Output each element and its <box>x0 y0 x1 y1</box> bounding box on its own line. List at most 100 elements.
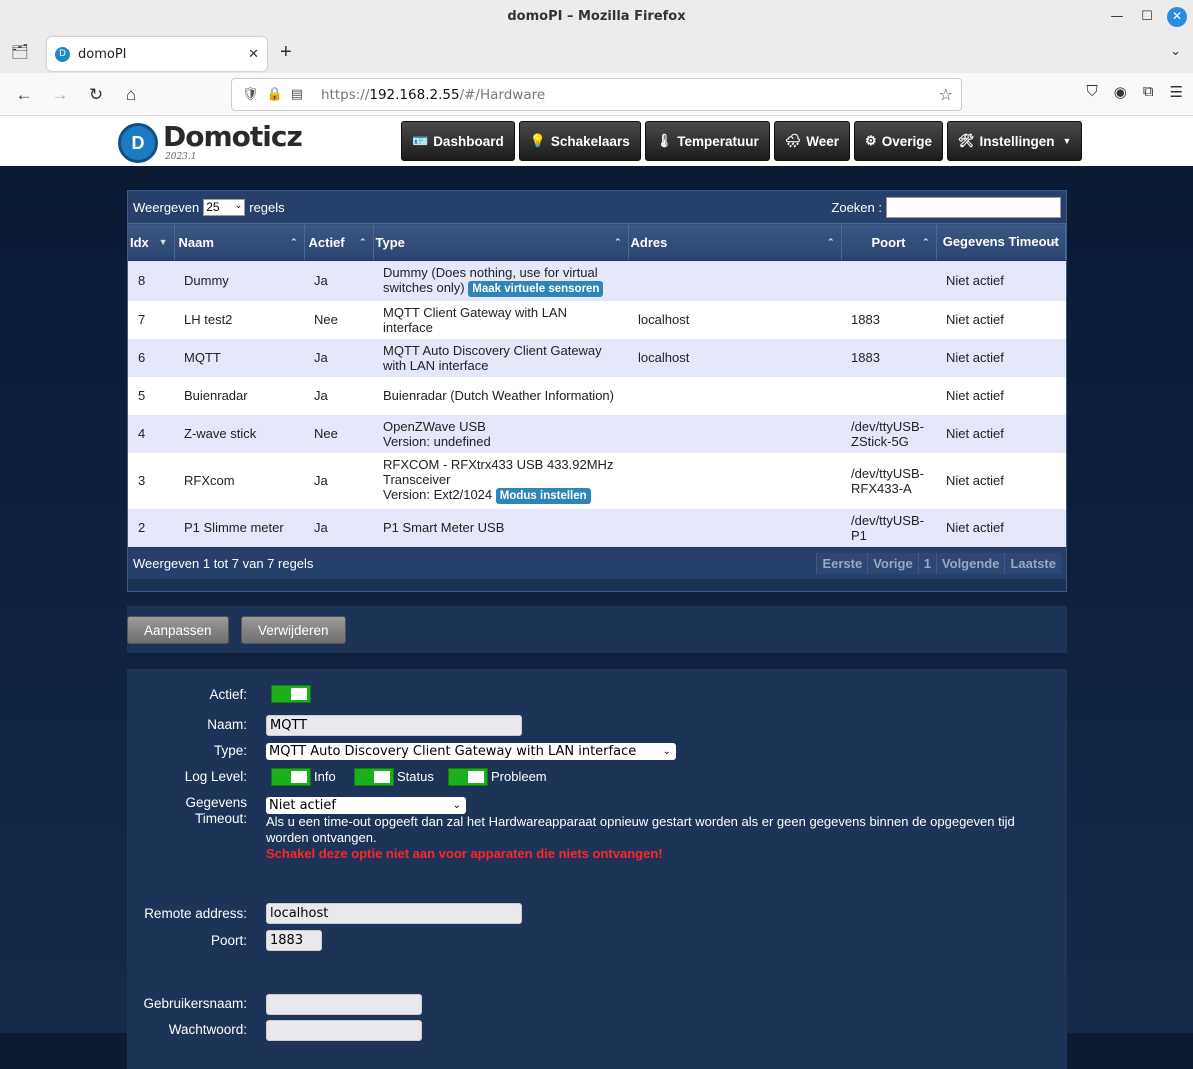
cell-poort <box>841 260 936 301</box>
domoticz-logo-icon: D <box>118 123 158 163</box>
pagination: Eerste Vorige 1 Volgende Laatste <box>816 552 1061 574</box>
edit-button[interactable]: Aanpassen <box>127 616 229 644</box>
col-timeout[interactable]: Gegevens Timeout ⌃ <box>936 223 1066 261</box>
nav-schakelaars[interactable]: 💡 Schakelaars <box>518 121 641 161</box>
cell-naam: MQTT <box>174 338 304 377</box>
nav-temperatuur[interactable]: 🌡 Temperatuur <box>644 121 770 161</box>
caret-down-icon: ▼ <box>1062 136 1072 146</box>
minimize-icon[interactable]: — <box>1107 7 1127 27</box>
cell-actief: Nee <box>304 300 373 339</box>
list-all-tabs-icon[interactable]: 🗂 <box>10 43 30 63</box>
cell-poort: /dev/ttyUSB-ZStick-5G <box>841 414 936 453</box>
forward-icon[interactable]: → <box>48 83 72 107</box>
close-tab-icon[interactable]: ✕ <box>248 47 259 62</box>
chevron-down-icon: ⌄ <box>662 746 671 757</box>
chevron-down-icon[interactable]: ⌄ <box>1170 43 1181 59</box>
port-input[interactable]: 1883 <box>266 930 322 951</box>
url-bar[interactable]: 🛡🔒▤ https://192.168.2.55/#/Hardware ☆ <box>231 78 962 111</box>
name-input[interactable]: MQTT <box>266 715 522 736</box>
reload-icon[interactable]: ↻ <box>84 83 108 107</box>
table-row[interactable]: 5 Buienradar Ja Buienradar (Dutch Weathe… <box>128 376 1066 415</box>
nav-weer[interactable]: 🌧 Weer <box>773 121 851 161</box>
table-row[interactable]: 2 P1 Slimme meter Ja P1 Smart Meter USB … <box>128 508 1066 547</box>
password-input[interactable] <box>266 1020 422 1041</box>
close-window-icon[interactable]: ✕ <box>1167 6 1187 27</box>
account-icon[interactable]: ◉ <box>1114 83 1127 101</box>
set-mode-button[interactable]: Modus instellen <box>495 488 591 504</box>
cell-actief: Ja <box>304 338 373 377</box>
cell-idx: 5 <box>128 376 174 415</box>
pager-prev-button[interactable]: Vorige <box>867 552 918 574</box>
remote-address-input[interactable]: localhost <box>266 903 522 924</box>
cell-naam: Buienradar <box>174 376 304 415</box>
cell-type: MQTT Client Gateway with LAN interface <box>373 300 628 339</box>
cell-idx: 2 <box>128 508 174 547</box>
timeout-select[interactable]: Niet actief ⌄ <box>266 797 466 814</box>
log-info-toggle[interactable] <box>271 768 311 786</box>
logo-text: Domoticz <box>163 120 303 153</box>
type-select[interactable]: MQTT Auto Discovery Client Gateway with … <box>266 743 676 760</box>
pocket-icon[interactable]: ⛉ <box>1086 83 1097 101</box>
app-header: D Domoticz 2023.1 🪪 Dashboard 💡 Schakelaar… <box>0 116 1193 166</box>
extensions-icon[interactable]: ⧉ <box>1143 83 1154 101</box>
col-actief[interactable]: Actief ⌃ <box>304 223 374 261</box>
col-adres[interactable]: Adres ⌃ <box>628 223 842 261</box>
hardware-edit-form: Actief: Naam: MQTT Type: MQTT Auto Disco… <box>127 669 1067 1069</box>
cell-actief: Ja <box>304 376 373 415</box>
cell-type: MQTT Auto Discovery Client Gateway with … <box>373 338 628 377</box>
search-input[interactable] <box>886 196 1061 218</box>
col-naam[interactable]: Naam ⌃ <box>174 223 305 261</box>
log-status-toggle[interactable] <box>354 768 394 786</box>
window-titlebar: domoPI – Mozilla Firefox — ☐ ✕ <box>0 0 1193 33</box>
maximize-icon[interactable]: ☐ <box>1137 7 1157 27</box>
log-error-label: Probleem <box>491 769 547 784</box>
site-info-icon[interactable]: 🛡🔒▤ <box>242 87 311 102</box>
thermometer-icon: 🌡 <box>655 133 673 148</box>
cell-actief: Ja <box>304 260 373 301</box>
browser-toolbar: ⛉ ◉ ⧉ ☰ <box>1086 83 1183 101</box>
utility-icon: ⚙ <box>865 133 877 148</box>
pager-first-button[interactable]: Eerste <box>816 552 868 574</box>
active-toggle[interactable] <box>271 685 311 703</box>
remote-address-label: Remote address: <box>144 906 247 921</box>
home-icon[interactable]: ⌂ <box>119 83 143 107</box>
nav-instellingen[interactable]: 🛠 Instellingen ▼ <box>946 121 1083 161</box>
pager-next-button[interactable]: Volgende <box>935 552 1005 574</box>
tools-icon: 🛠 <box>957 133 975 148</box>
table-row[interactable]: 7 LH test2 Nee MQTT Client Gateway with … <box>128 300 1066 339</box>
col-idx[interactable]: Idx ▼ <box>128 223 175 261</box>
nav-overige[interactable]: ⚙ Overige <box>854 121 943 161</box>
page-length-select[interactable]: 25 ⌄ <box>203 198 246 216</box>
col-poort[interactable]: Poort ⌃ <box>841 223 937 261</box>
main-content: Weergeven 25 ⌄ regels Zoeken : Idx ▼ Naam… <box>0 166 1193 1069</box>
table-row[interactable]: 4 Z-wave stick Nee OpenZWave USB Version:… <box>128 414 1066 453</box>
cell-actief: Ja <box>304 508 373 547</box>
cell-type: Buienradar (Dutch Weather Information) <box>373 376 628 415</box>
pager-page-1-button[interactable]: 1 <box>917 552 936 574</box>
tab-title: domoPI <box>78 46 127 62</box>
delete-button[interactable]: Verwijderen <box>241 616 346 644</box>
back-icon[interactable]: ← <box>12 83 36 107</box>
table-controls: Weergeven 25 ⌄ regels Zoeken : <box>128 191 1066 223</box>
col-type[interactable]: Type ⌃ <box>373 223 629 261</box>
table-row[interactable]: 6 MQTT Ja MQTT Auto Discovery Client Gat… <box>128 338 1066 377</box>
show-suffix-label: regels <box>249 199 285 215</box>
cell-actief: Nee <box>304 414 373 453</box>
table-footer: Weergeven 1 tot 7 van 7 regels Eerste Vo… <box>128 546 1066 579</box>
menu-icon[interactable]: ☰ <box>1170 83 1183 101</box>
sort-desc-icon: ▼ <box>158 237 168 247</box>
log-error-toggle[interactable] <box>448 768 488 786</box>
nav-dashboard[interactable]: 🪪 Dashboard <box>401 121 515 161</box>
cell-type: P1 Smart Meter USB <box>373 508 628 547</box>
pager-last-button[interactable]: Laatste <box>1004 552 1061 574</box>
table-row[interactable]: 3 RFXcom Ja RFXCOM - RFXtrx433 USB 433.9… <box>128 452 1066 509</box>
create-virtual-sensors-button[interactable]: Maak virtuele sensoren <box>468 280 604 297</box>
cell-adres <box>628 376 841 415</box>
table-row[interactable]: 8 Dummy Ja Dummy (Does nothing, use for … <box>128 260 1066 301</box>
new-tab-icon[interactable]: + <box>280 41 292 64</box>
url-text[interactable]: https://192.168.2.55/#/Hardware <box>321 87 545 103</box>
tab-domopi[interactable]: D domoPI ✕ <box>47 37 267 71</box>
cell-timeout: Niet actief <box>936 414 1066 453</box>
username-input[interactable] <box>266 994 422 1015</box>
bookmark-star-icon[interactable]: ☆ <box>939 85 953 104</box>
